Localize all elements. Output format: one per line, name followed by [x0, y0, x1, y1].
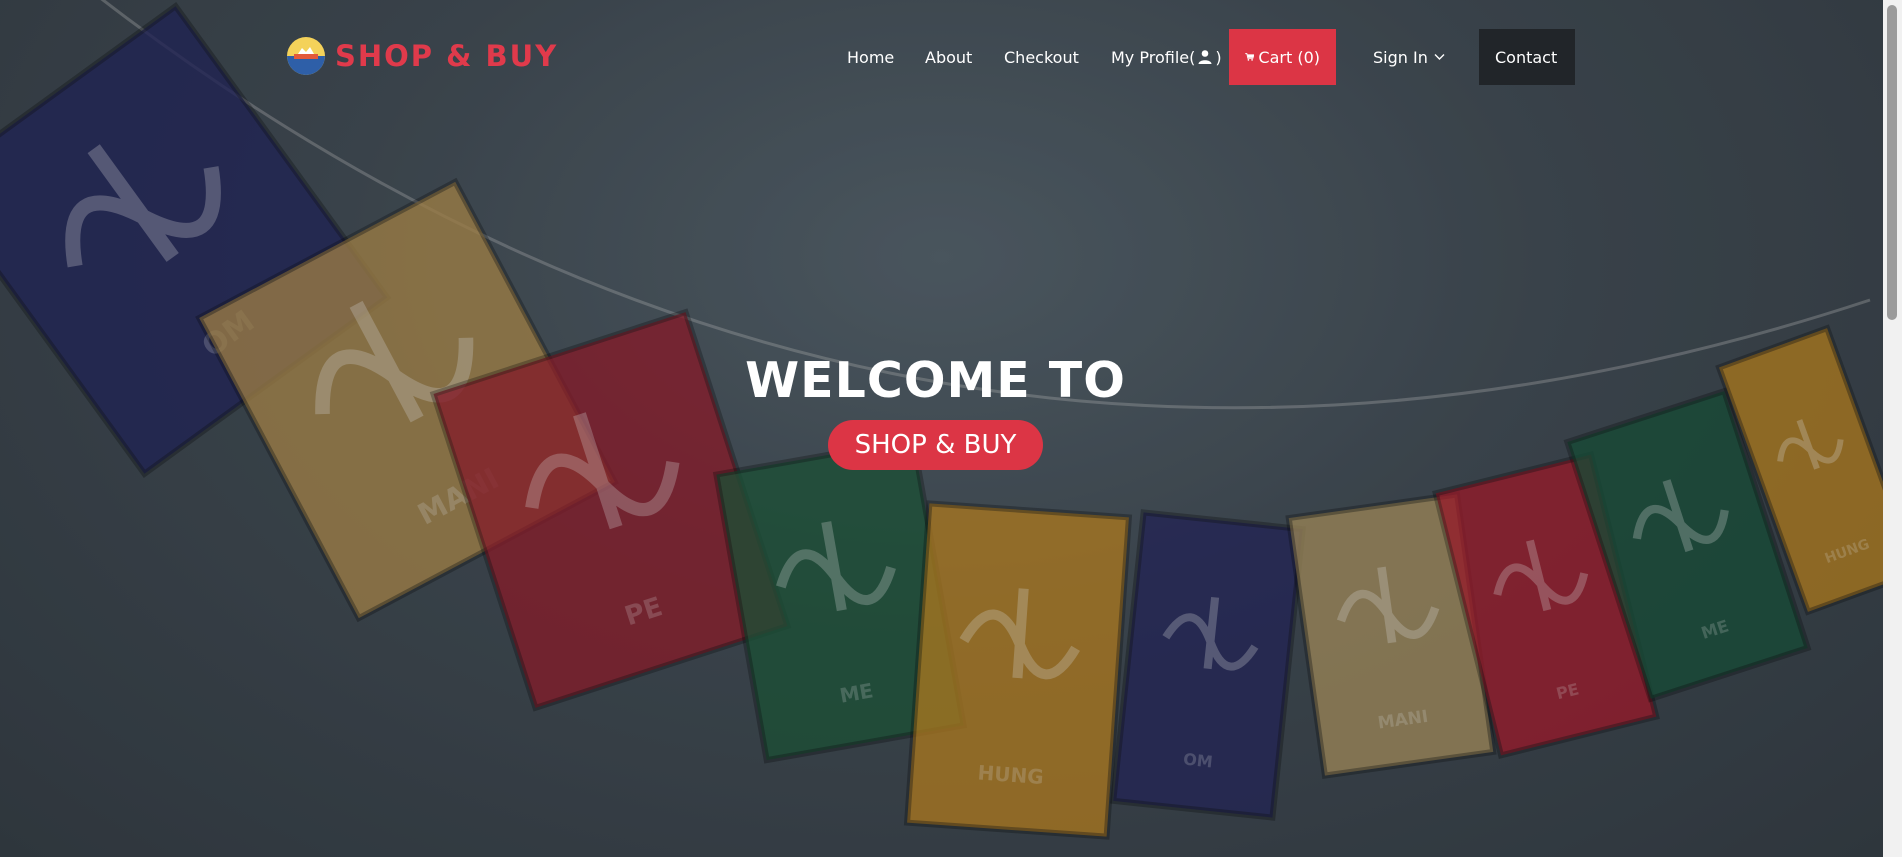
nav-home-link[interactable]: Home: [847, 29, 894, 85]
chevron-down-icon: [1434, 54, 1445, 60]
nav-about-link[interactable]: About: [925, 29, 972, 85]
nav-checkout-link[interactable]: Checkout: [1004, 29, 1079, 85]
user-icon: [1198, 50, 1212, 64]
welcome-brand-badge: SHOP & BUY: [828, 420, 1043, 470]
page-scrollbar[interactable]: [1883, 0, 1902, 857]
main-nav: Home About Checkout My Profile( ) Cart (…: [0, 29, 1883, 85]
signin-label: Sign In: [1373, 47, 1428, 67]
contact-button[interactable]: Contact: [1479, 29, 1575, 85]
welcome-heading: WELCOME TO: [745, 352, 1126, 409]
nav-signin-dropdown[interactable]: Sign In: [1373, 29, 1445, 85]
profile-label: My Profile(: [1111, 47, 1196, 67]
cart-button[interactable]: Cart (0): [1229, 29, 1336, 85]
cart-label: Cart (0): [1258, 47, 1320, 67]
profile-close: ): [1215, 47, 1222, 67]
scrollbar-thumb[interactable]: [1887, 5, 1897, 320]
nav-profile-link[interactable]: My Profile( ): [1111, 29, 1222, 85]
cart-icon: [1245, 53, 1255, 61]
